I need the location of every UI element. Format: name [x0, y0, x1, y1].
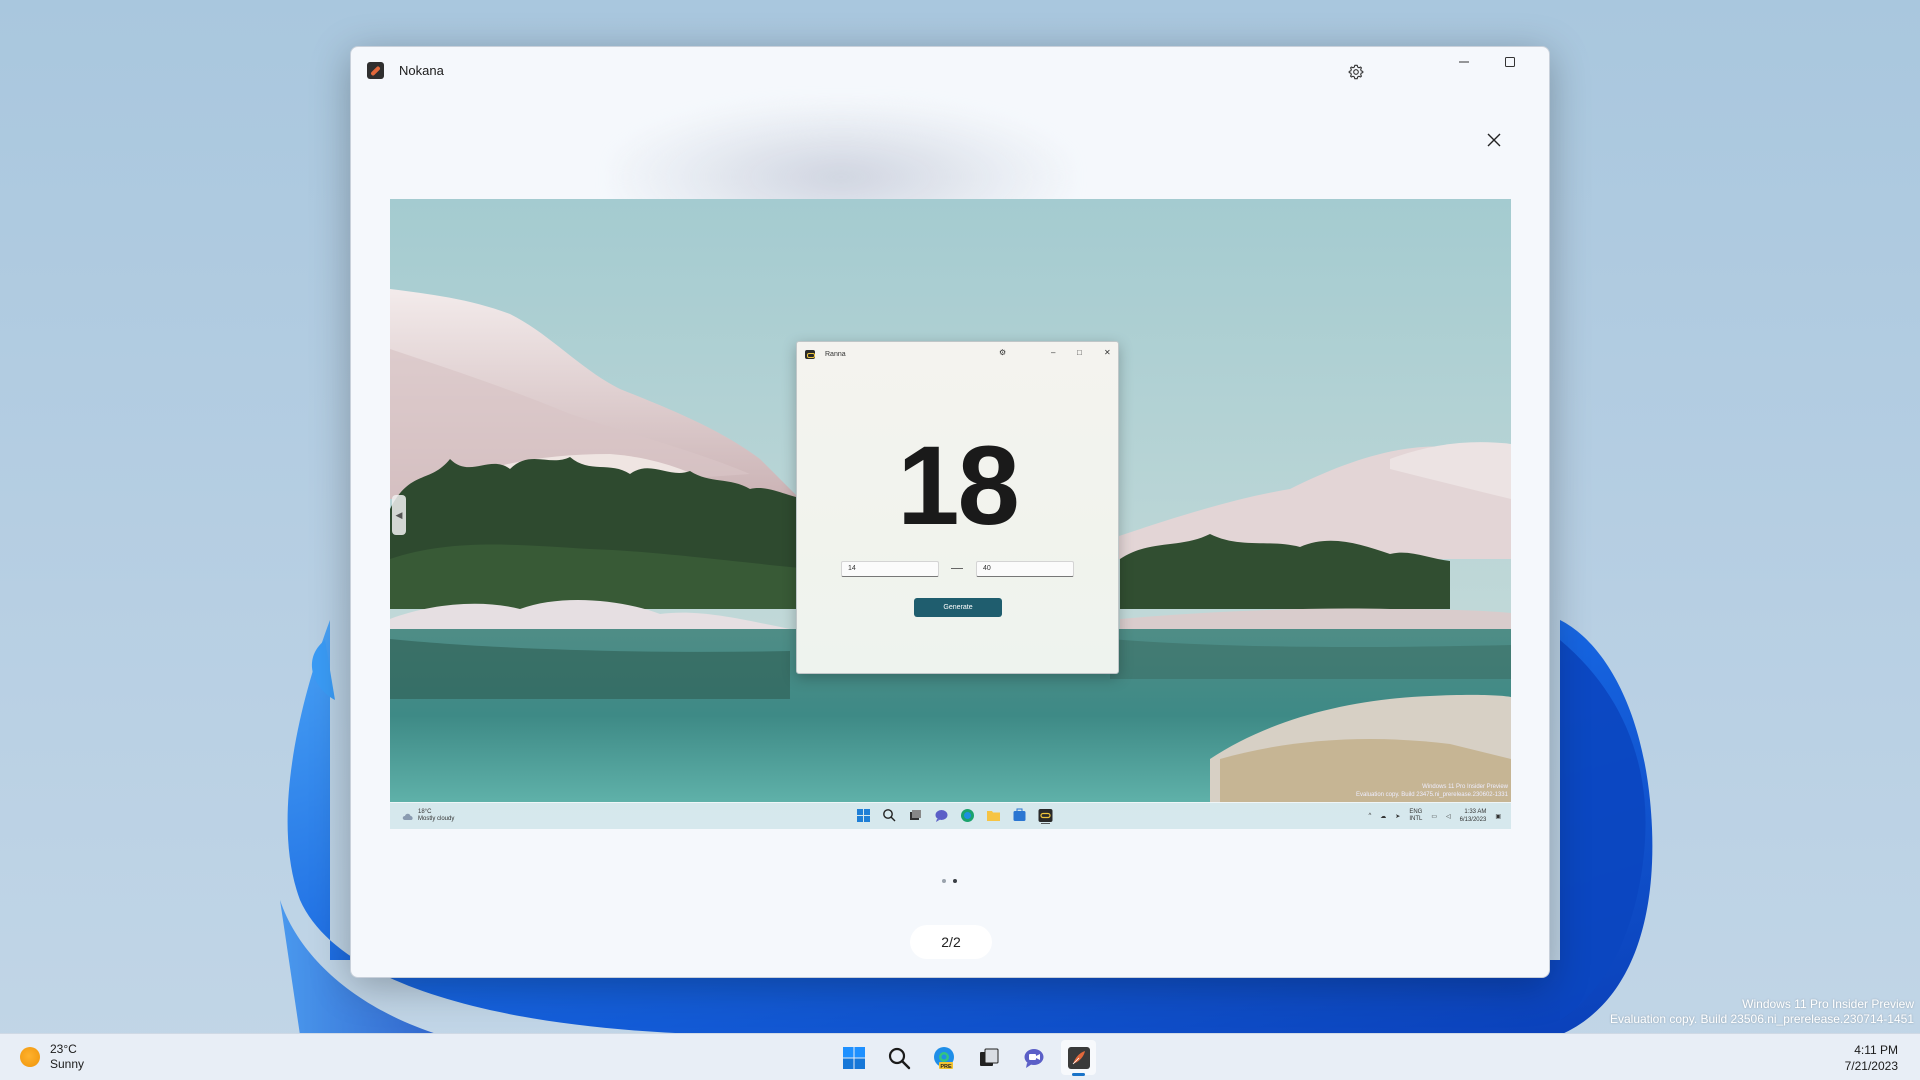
desktop-watermark: Windows 11 Pro Insider Preview Evaluatio…: [1610, 997, 1914, 1027]
screenshot-image: ◀ Windows 11 Pro Insider Preview Evaluat…: [390, 199, 1511, 829]
inner-weather-temp: 18°C: [418, 809, 432, 815]
clock-date: 7/21/2023: [1844, 1059, 1898, 1073]
start-button[interactable]: [836, 1040, 871, 1075]
store-icon: [1011, 807, 1028, 824]
maximize-icon: [1505, 57, 1515, 67]
search-icon: [888, 1047, 910, 1069]
search-icon: [881, 807, 898, 824]
inner-lang-1: ENG: [1409, 809, 1423, 815]
title-bar[interactable]: Nokana: [351, 47, 1549, 95]
file-explorer-icon: [985, 807, 1002, 824]
weather-widget[interactable]: 23°C Sunny: [20, 1042, 84, 1072]
inner-taskbar-apps: [855, 807, 1054, 825]
settings-button[interactable]: [1336, 57, 1376, 87]
teams-chat-button[interactable]: [1016, 1040, 1051, 1075]
edge-preview-icon: PRE: [933, 1046, 954, 1070]
svg-text:PRE: PRE: [940, 1064, 952, 1070]
windows-start-icon: [855, 807, 872, 824]
range-separator: [951, 568, 963, 569]
page-counter: 2/2: [910, 925, 992, 959]
taskbar: 23°C Sunny PRE 4:11 PM 7/21/2023: [0, 1033, 1920, 1080]
ranna-app-icon: [805, 350, 815, 359]
close-icon: ✕: [1104, 348, 1111, 357]
weather-desc: Sunny: [50, 1057, 85, 1071]
viewer-close-button[interactable]: [1481, 127, 1507, 153]
teams-chat-icon: [933, 807, 950, 824]
network-icon: ▭: [1431, 813, 1437, 820]
edge-icon: [959, 807, 976, 824]
inner-time: 1:33 AM: [1464, 809, 1487, 815]
previous-image-button[interactable]: ◀: [392, 495, 406, 535]
inner-lang-2: INTL: [1409, 816, 1423, 822]
feather-app-icon: [367, 62, 384, 79]
sun-icon: [20, 1047, 40, 1067]
watermark-line-1: Windows 11 Pro Insider Preview: [1742, 997, 1914, 1011]
minimize-button[interactable]: [1441, 47, 1487, 77]
system-clock[interactable]: 4:11 PM 7/21/2023: [1845, 1042, 1898, 1074]
taskbar-apps: PRE: [836, 1040, 1096, 1076]
minimize-icon: [1459, 61, 1469, 63]
page-dot-1[interactable]: [942, 879, 946, 883]
generate-button: Generate: [914, 598, 1002, 617]
nokana-taskbar-button[interactable]: [1061, 1040, 1096, 1076]
settings-icon: ⚙: [999, 348, 1007, 357]
windows-start-icon: [842, 1046, 865, 1069]
min-value-field: 14: [841, 561, 939, 577]
cloud-icon: [402, 813, 413, 820]
nokana-app-icon: [1067, 1046, 1090, 1069]
inner-weather-widget: 18°C Mostly cloudy: [402, 809, 454, 823]
window-close-button[interactable]: [1533, 47, 1549, 77]
page-indicator: [942, 879, 957, 883]
inner-weather-desc: Mostly cloudy: [418, 816, 455, 822]
settings-icon: [1348, 64, 1364, 80]
inner-watermark: Windows 11 Pro Insider Preview Evaluatio…: [1356, 783, 1508, 799]
ranna-window: Ranna ⚙ – □ ✕ 18 14 40 Generate: [796, 341, 1119, 674]
edge-preview-button[interactable]: PRE: [926, 1040, 961, 1075]
maximize-icon: □: [1077, 348, 1082, 357]
inner-date: 6/13/2023: [1459, 817, 1487, 823]
window-title: Nokana: [399, 63, 444, 78]
ranna-title: Ranna: [825, 351, 846, 358]
chevron-left-icon: ◀: [395, 509, 403, 520]
ranna-app-icon: [1037, 807, 1054, 825]
minimize-icon: –: [1051, 348, 1056, 357]
inner-watermark-line-1: Windows 11 Pro Insider Preview: [1422, 784, 1508, 790]
task-view-icon: [907, 807, 924, 824]
clock-time: 4:11 PM: [1854, 1043, 1898, 1057]
task-view-icon: [979, 1048, 998, 1066]
task-view-button[interactable]: [971, 1040, 1006, 1075]
close-icon: [1487, 133, 1501, 147]
max-value-field: 40: [976, 561, 1074, 577]
weather-temp: 23°C: [50, 1042, 77, 1056]
chevron-up-icon: ^: [1368, 813, 1372, 819]
watermark-line-2: Evaluation copy. Build 23506.ni_prerelea…: [1609, 1012, 1914, 1026]
onedrive-icon: ☁: [1380, 813, 1387, 820]
nokana-window: Nokana ◀ Windows 11 Pro Insider Preview …: [350, 46, 1550, 978]
send-icon: ➤: [1395, 813, 1401, 820]
page-dot-2[interactable]: [953, 879, 957, 883]
inner-system-tray: ^ ☁ ➤ ENG INTL ▭ ◁ 1:33 AM 6/13/2023 ▣: [1368, 808, 1501, 824]
notification-icon: ▣: [1495, 813, 1501, 820]
inner-watermark-line-2: Evaluation copy. Build 23475.ni_prerelea…: [1355, 792, 1508, 798]
inner-taskbar: 18°C Mostly cloudy ^ ☁ ➤ ENG INTL ▭ ◁ 1:…: [390, 802, 1511, 829]
teams-chat-icon: [1024, 1048, 1043, 1068]
random-number-display: 18: [897, 423, 1020, 548]
active-indicator: [1072, 1073, 1085, 1076]
search-button[interactable]: [881, 1040, 916, 1075]
volume-icon: ◁: [1446, 813, 1451, 820]
maximize-button[interactable]: [1487, 47, 1533, 77]
